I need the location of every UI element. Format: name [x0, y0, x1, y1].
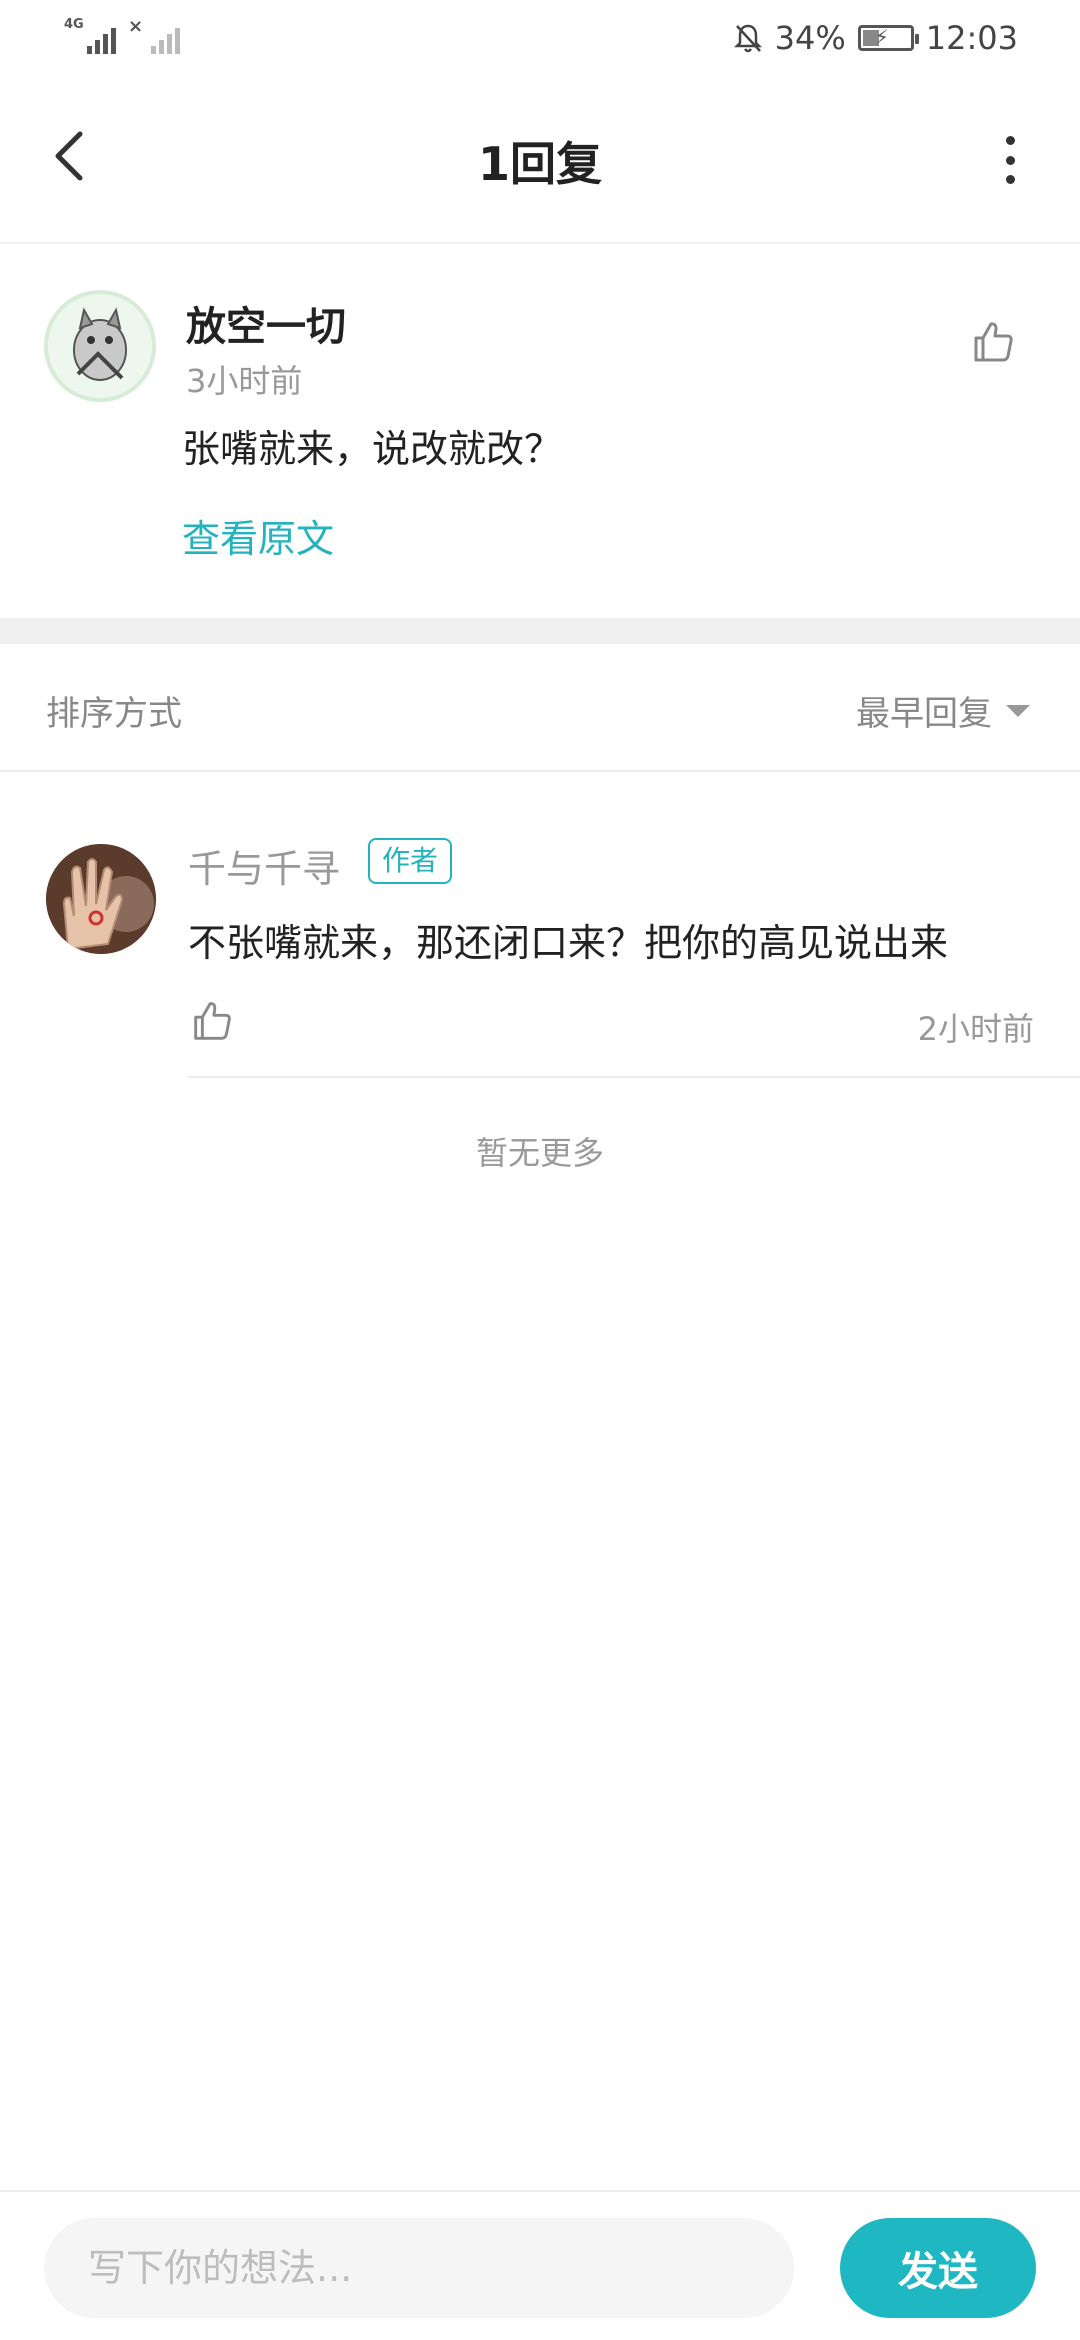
reply-like-button[interactable]	[188, 998, 234, 1044]
main-comment: 放空一切 3小时前 张嘴就来，说改就改？ 查看原文	[0, 246, 1080, 618]
divider	[188, 1076, 1080, 1078]
avatar-illustration	[48, 294, 152, 398]
author-badge: 作者	[368, 838, 453, 884]
status-bar-right: 34% ⚡ 12:03	[733, 18, 1018, 58]
avatar-photo	[46, 844, 156, 954]
page-title: 1回复	[477, 137, 602, 191]
caret-down-icon	[1006, 704, 1030, 717]
battery-charging-icon: ⚡	[857, 25, 919, 51]
like-button[interactable]	[968, 318, 1016, 366]
reply-text: 不张嘴就来，那还闭口来？把你的高见说出来	[188, 921, 949, 965]
sort-selected: 最早回复	[856, 694, 992, 734]
reply-time: 2小时前	[917, 1010, 1034, 1048]
comment-input[interactable]	[44, 2218, 794, 2318]
reply-author[interactable]: 千与千寻	[188, 838, 340, 893]
network-label: 4G	[64, 17, 84, 32]
sort-dropdown[interactable]: 最早回复	[856, 686, 1030, 735]
more-options-button[interactable]	[1000, 136, 1020, 184]
signal-icon: 4G	[64, 18, 116, 58]
section-divider	[0, 618, 1080, 644]
mute-bell-icon	[733, 24, 762, 53]
reply-item: 千与千寻 作者 不张嘴就来，那还闭口来？把你的高见说出来 2小时前	[0, 772, 1080, 1078]
clock: 12:03	[925, 19, 1018, 57]
status-bar-left: 4G ×	[64, 16, 180, 58]
battery-percent: 34%	[774, 19, 846, 57]
app-header: 1回复	[0, 76, 1080, 244]
comment-time: 3小时前	[186, 362, 303, 400]
no-signal-icon: ×	[128, 16, 180, 58]
view-original-link[interactable]: 查看原文	[182, 508, 334, 563]
thumbs-up-icon	[974, 322, 1013, 362]
comment-composer: 发送	[0, 2190, 1080, 2340]
avatar[interactable]	[44, 290, 156, 402]
sort-bar: 排序方式 最早回复	[0, 644, 1080, 772]
no-more-text: 暂无更多	[475, 1134, 604, 1172]
comment-author[interactable]: 放空一切	[186, 294, 346, 352]
status-bar: 4G × 34% ⚡ 12:03	[0, 0, 1080, 76]
thumbs-up-icon	[194, 1002, 231, 1040]
comment-text: 张嘴就来，说改就改？	[182, 427, 563, 471]
reply-avatar[interactable]	[46, 844, 156, 954]
sort-label: 排序方式	[46, 694, 182, 734]
send-button[interactable]: 发送	[840, 2218, 1036, 2318]
more-vertical-icon	[1005, 136, 1015, 145]
